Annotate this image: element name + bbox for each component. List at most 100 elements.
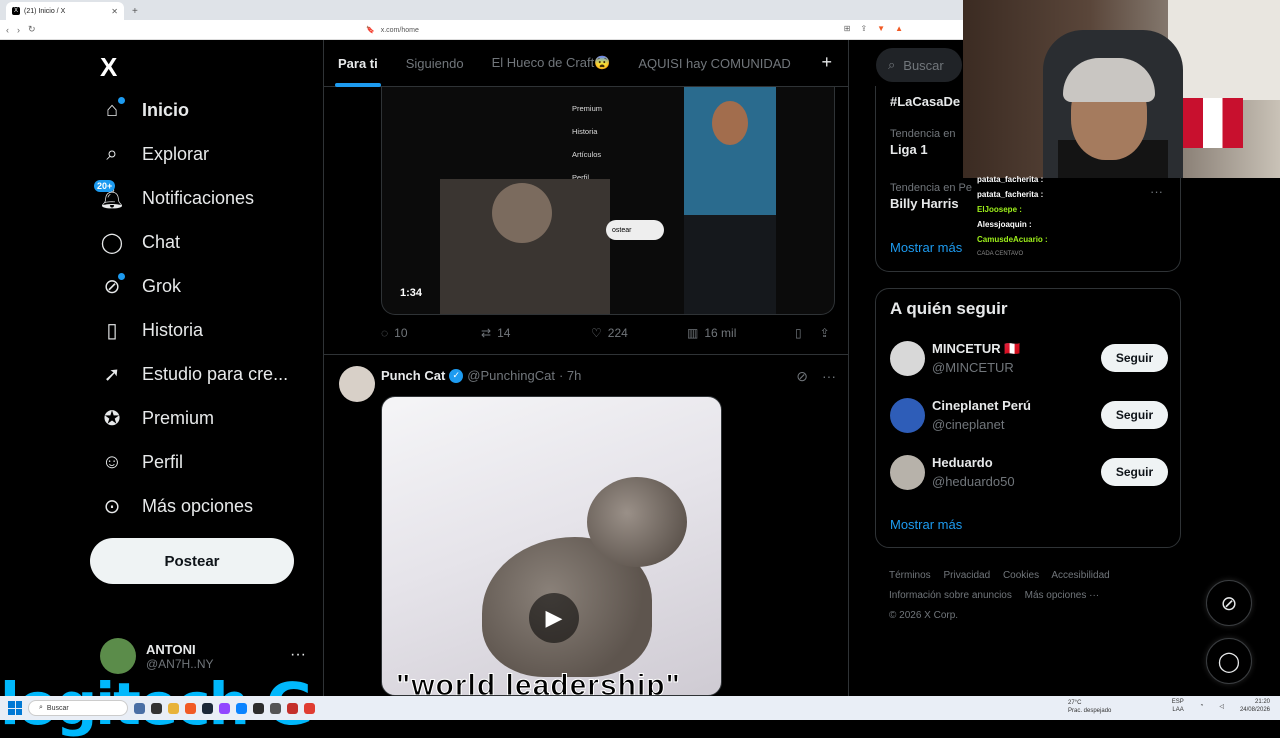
share-icon[interactable]: ⇪ [860, 24, 867, 33]
like-button[interactable]: ♡ 224 [591, 326, 687, 340]
back-icon[interactable]: ‹ [6, 25, 9, 35]
bookmark-page-icon[interactable]: 🔖 [366, 26, 375, 34]
add-tab-icon[interactable]: + [821, 52, 832, 73]
account-switcher[interactable]: ANTONI @AN7H..NY [100, 638, 214, 674]
tab-following[interactable]: Siguiendo [392, 40, 478, 87]
play-icon[interactable]: ▶ [529, 593, 579, 643]
repost-button[interactable]: ⇄ 14 [481, 326, 591, 340]
nav-chat[interactable]: ◯ Chat [100, 230, 180, 254]
follow-suggestion[interactable]: Cineplanet Perú @cineplanet Seguir [890, 396, 1168, 436]
show-more-follow-link[interactable]: Mostrar más [890, 517, 962, 532]
embedded-reply-area [684, 215, 776, 314]
footer-link[interactable]: Información sobre anuncios [889, 590, 1012, 601]
app-icon[interactable] [253, 702, 264, 714]
rewards-icon[interactable]: ▲ [895, 24, 903, 33]
avatar[interactable] [890, 455, 925, 490]
avatar[interactable] [890, 341, 925, 376]
language-indicator[interactable]: ESP LAA [1172, 698, 1184, 714]
zoom-icon[interactable]: ⊞ [844, 24, 851, 33]
brave-shield-icon[interactable]: ▼ [877, 24, 885, 33]
suggestion-handle: @MINCETUR [932, 360, 1014, 375]
follow-button[interactable]: Seguir [1101, 344, 1168, 372]
follow-button[interactable]: Seguir [1101, 401, 1168, 429]
chat-fab-icon[interactable]: ◯ [1206, 638, 1252, 684]
nav-more[interactable]: ⊙ Más opciones [100, 494, 253, 518]
footer-link[interactable]: Más opciones ··· [1025, 590, 1099, 601]
post-button[interactable]: Postear [90, 538, 294, 584]
url-field[interactable]: 🔖 x.com/home [366, 23, 856, 37]
folder-icon[interactable] [168, 702, 179, 714]
notification-badge: 20+ [94, 180, 116, 192]
forward-icon[interactable]: › [17, 25, 20, 35]
bookmark-tweet-icon[interactable]: ▯ [795, 326, 802, 340]
clock[interactable]: 21:20 24/08/2026 [1240, 698, 1270, 714]
nav-premium[interactable]: ✪ Premium [100, 406, 214, 430]
nav-bookmarks[interactable]: ▯ Historia [100, 318, 203, 342]
embedded-person-head [492, 183, 552, 243]
volume-icon[interactable]: ◁ [1219, 703, 1224, 710]
wifi-icon[interactable]: ◔ [1200, 703, 1204, 709]
nav-home[interactable]: ⌂ Inicio [100, 97, 189, 122]
search-icon: ⌕ [106, 142, 118, 165]
follow-button[interactable]: Seguir [1101, 458, 1168, 486]
show-more-trends-link[interactable]: Mostrar más [890, 240, 962, 255]
tweet-time[interactable]: · 7h [559, 368, 581, 383]
chat-line: ElJoosepe : [977, 205, 1022, 214]
tab-community-craft[interactable]: El Hueco de Craft😨 [478, 40, 625, 87]
trend-more-icon[interactable]: ··· [1150, 184, 1163, 199]
grok-fab-icon[interactable]: ⊘ [1206, 580, 1252, 626]
app-icon[interactable] [287, 702, 298, 714]
nav-grok[interactable]: ⊘ Grok [100, 273, 181, 298]
grok-icon[interactable]: ⊘ [796, 368, 808, 385]
avatar[interactable] [890, 398, 925, 433]
weather-widget[interactable]: 27°C Prac. despejado [1068, 699, 1111, 715]
brave-browser-icon[interactable] [185, 702, 196, 714]
author-handle[interactable]: @PunchingCat [467, 368, 555, 383]
trend-item[interactable]: Tendencia en Liga 1 [890, 128, 955, 157]
x-logo[interactable]: X [100, 52, 117, 83]
nav-explore[interactable]: ⌕ Explorar [100, 142, 209, 166]
browser-tab[interactable]: X (21) Inicio / X ✕ [6, 2, 124, 20]
footer-link[interactable]: Cookies [1003, 570, 1039, 581]
app-icon[interactable] [236, 702, 247, 714]
new-tab-icon[interactable]: + [132, 6, 138, 17]
app-icon[interactable] [304, 702, 315, 714]
follow-suggestion[interactable]: MINCETUR 🇵🇪 @MINCETUR Seguir [890, 339, 1168, 379]
video-player[interactable]: Premium Historia Artículos Perfil opcion… [381, 87, 835, 315]
address-bar-actions: ⊞ ⇪ ▼ ▲ [844, 24, 903, 33]
search-input[interactable]: ⌕ Buscar [876, 48, 962, 82]
video-thumbnail[interactable]: ▶ "world leadership" [381, 396, 722, 696]
app-icon[interactable] [270, 702, 281, 714]
trend-item[interactable]: Tendencia en Pe Billy Harris [890, 182, 972, 211]
views-button[interactable]: ▥ 16 mil [687, 326, 787, 340]
app-icon[interactable] [134, 702, 145, 714]
tab-community-aquisi[interactable]: AQUISI hay COMUNIDAD [624, 40, 804, 87]
close-tab-icon[interactable]: ✕ [111, 7, 118, 16]
footer-link[interactable]: Privacidad [943, 570, 990, 581]
tab-for-you[interactable]: Para ti [324, 40, 392, 87]
divider [324, 354, 848, 355]
footer-link[interactable]: Accesibilidad [1051, 570, 1109, 581]
steam-icon[interactable] [202, 702, 213, 714]
app-icon[interactable] [151, 702, 162, 714]
nav-creator-studio[interactable]: ➚ Estudio para cre... [100, 362, 288, 386]
account-more-icon[interactable]: ··· [290, 646, 306, 664]
author-name[interactable]: Punch Cat [381, 368, 445, 383]
nav-notifications[interactable]: 🔔︎ 20+ Notificaciones [94, 180, 254, 210]
follow-suggestion[interactable]: Heduardo @heduardo50 Seguir [890, 453, 1168, 493]
chat-line: patata_facherita : [977, 175, 1044, 184]
reply-button[interactable]: ◌ 10 [381, 326, 481, 340]
app-icon[interactable] [219, 702, 230, 714]
trend-item[interactable]: #LaCasaDe [890, 92, 960, 109]
taskbar-search[interactable]: ⌕ Buscar [28, 700, 128, 716]
reload-icon[interactable]: ↻ [28, 24, 36, 35]
nav-profile[interactable]: ☺ Perfil [100, 450, 183, 474]
windows-start-icon[interactable] [8, 701, 22, 715]
account-name: ANTONI [146, 641, 196, 657]
footer-link[interactable]: Términos [889, 570, 931, 581]
share-tweet-icon[interactable]: ⇪ [820, 326, 830, 340]
more-icon[interactable]: ··· [822, 368, 836, 385]
kitten-head [587, 477, 687, 567]
avatar[interactable] [339, 366, 375, 402]
footer-links: Términos Privacidad Cookies Accesibilida… [889, 566, 1179, 626]
